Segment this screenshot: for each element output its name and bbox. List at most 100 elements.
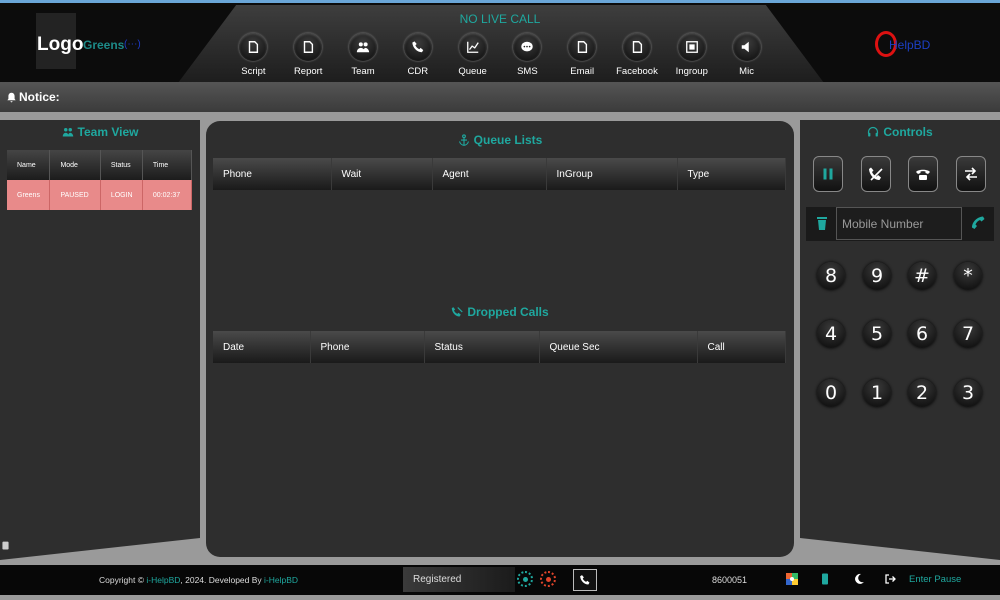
copyright: Copyright © i-HelpBD, 2024. Developed By… — [99, 575, 299, 585]
anchor-icon — [458, 134, 469, 146]
key-4[interactable]: 4 — [817, 320, 845, 348]
trash-icon[interactable] — [816, 216, 828, 230]
status-dot-icon — [517, 571, 533, 587]
nav-label: Email — [570, 66, 595, 77]
phone-small-icon[interactable] — [2, 541, 9, 550]
col-header: Type — [677, 158, 786, 190]
file-icon — [249, 41, 259, 53]
nav-ingroup[interactable]: Ingroup — [664, 33, 719, 81]
key-9[interactable]: 9 — [863, 262, 891, 290]
notice-bar: Notice: — [0, 82, 1000, 112]
call-end-icon — [869, 167, 883, 181]
key-6[interactable]: 6 — [908, 320, 936, 348]
key-7[interactable]: 7 — [954, 320, 982, 348]
col-header: InGroup — [546, 158, 678, 190]
call-icon[interactable] — [970, 215, 986, 231]
key-0[interactable]: 0 — [817, 379, 845, 407]
dropped-calls-table: Date Phone Status Queue Sec Call — [213, 331, 786, 363]
col-header: Time — [142, 150, 193, 180]
nav-label: Script — [241, 66, 266, 77]
key-5[interactable]: 5 — [863, 320, 891, 348]
mobile-icon[interactable] — [819, 573, 831, 585]
key-3[interactable]: 3 — [954, 379, 982, 407]
queue-table: Phone Wait Agent InGroup Type — [213, 158, 786, 190]
users-icon — [62, 128, 73, 137]
nav-label: CDR — [407, 66, 429, 77]
enter-pause-button[interactable]: Enter Pause — [909, 574, 961, 585]
col-header: Queue Sec — [539, 331, 698, 363]
helpbd-logo: HelpBD — [875, 31, 945, 59]
key-2[interactable]: 2 — [908, 379, 936, 407]
logo: Logo — [37, 34, 84, 55]
headset-icon — [868, 126, 879, 137]
team-table: Name Mode Status Time Greens PAUSED LOGI… — [7, 150, 193, 210]
nav-label: Ingroup — [675, 66, 708, 77]
extension-number: 8600051 — [712, 575, 748, 585]
col-header: Status — [100, 150, 143, 180]
col-header: Date — [213, 331, 311, 363]
key-star[interactable]: * — [954, 262, 982, 290]
main-nav: Script Report Team CDR Queue SMS Email F… — [226, 33, 774, 81]
key-8[interactable]: 8 — [817, 262, 845, 290]
grid-icon — [685, 41, 698, 53]
table-row[interactable]: Greens PAUSED LOGIN 00:02:37 — [7, 180, 193, 210]
nav-cdr[interactable]: CDR — [390, 33, 445, 81]
transfer-button[interactable] — [956, 156, 986, 192]
sign-out-icon[interactable] — [884, 573, 896, 585]
pause-icon — [823, 168, 833, 180]
nav-facebook[interactable]: Facebook — [610, 33, 665, 81]
col-header: Status — [424, 331, 540, 363]
color-wheel-icon[interactable] — [786, 573, 798, 585]
speaker-icon — [741, 41, 749, 53]
live-call-status: NO LIVE CALL — [459, 12, 541, 26]
dropped-calls-title: Dropped Calls — [206, 305, 794, 319]
queue-lists-title: Queue Lists — [206, 133, 794, 147]
brand-name: HelpBD — [889, 38, 931, 52]
company-link[interactable]: i-HelpBD — [146, 575, 180, 585]
nav-label: Mic — [739, 66, 754, 77]
moon-icon[interactable] — [853, 573, 865, 585]
hangup-button[interactable] — [861, 156, 891, 192]
cell-status: LOGIN — [100, 180, 143, 210]
file-icon — [632, 41, 643, 53]
mobile-number-input[interactable] — [836, 207, 962, 240]
col-header: Phone — [213, 158, 332, 190]
nav-team[interactable]: Team — [336, 33, 391, 81]
chat-icon — [521, 41, 534, 52]
user-name: Greens — [83, 38, 125, 52]
col-header: Phone — [310, 331, 425, 363]
pause-button[interactable] — [813, 156, 843, 192]
cell-time: 00:02:37 — [142, 180, 193, 210]
nav-label: Report — [293, 66, 323, 77]
notice-label: Notice: — [19, 90, 60, 104]
registration-status: Registered — [413, 574, 462, 585]
col-header: Mode — [49, 150, 101, 180]
hold-button[interactable] — [908, 156, 938, 192]
nav-label: SMS — [517, 66, 538, 77]
nav-label: Facebook — [616, 66, 658, 77]
chart-icon — [466, 41, 479, 53]
nav-queue[interactable]: Queue — [445, 33, 500, 81]
phone-button[interactable] — [573, 569, 597, 591]
nav-email[interactable]: Email — [555, 33, 610, 81]
status-dot-icon — [540, 571, 556, 587]
nav-sms[interactable]: SMS — [500, 33, 555, 81]
col-header: Name — [7, 150, 51, 180]
team-view-title: Team View — [0, 125, 200, 139]
file-icon — [303, 41, 314, 53]
col-header: Call — [697, 331, 786, 363]
key-hash[interactable]: # — [908, 262, 936, 290]
user-tag: (⋯) — [124, 39, 141, 50]
developer-link[interactable]: i-HelpBD — [264, 575, 298, 585]
nav-script[interactable]: Script — [226, 33, 281, 81]
nav-report[interactable]: Report — [281, 33, 336, 81]
col-header: Wait — [331, 158, 433, 190]
nav-mic[interactable]: Mic — [719, 33, 774, 81]
top-bar: Logo Greens (⋯) NO LIVE CALL Script Repo… — [0, 0, 1000, 83]
col-header: Agent — [432, 158, 547, 190]
call-end-icon — [452, 307, 463, 317]
bell-icon — [7, 92, 16, 102]
phone-icon — [412, 41, 424, 53]
key-1[interactable]: 1 — [863, 379, 891, 407]
hold-phone-icon — [916, 169, 930, 180]
